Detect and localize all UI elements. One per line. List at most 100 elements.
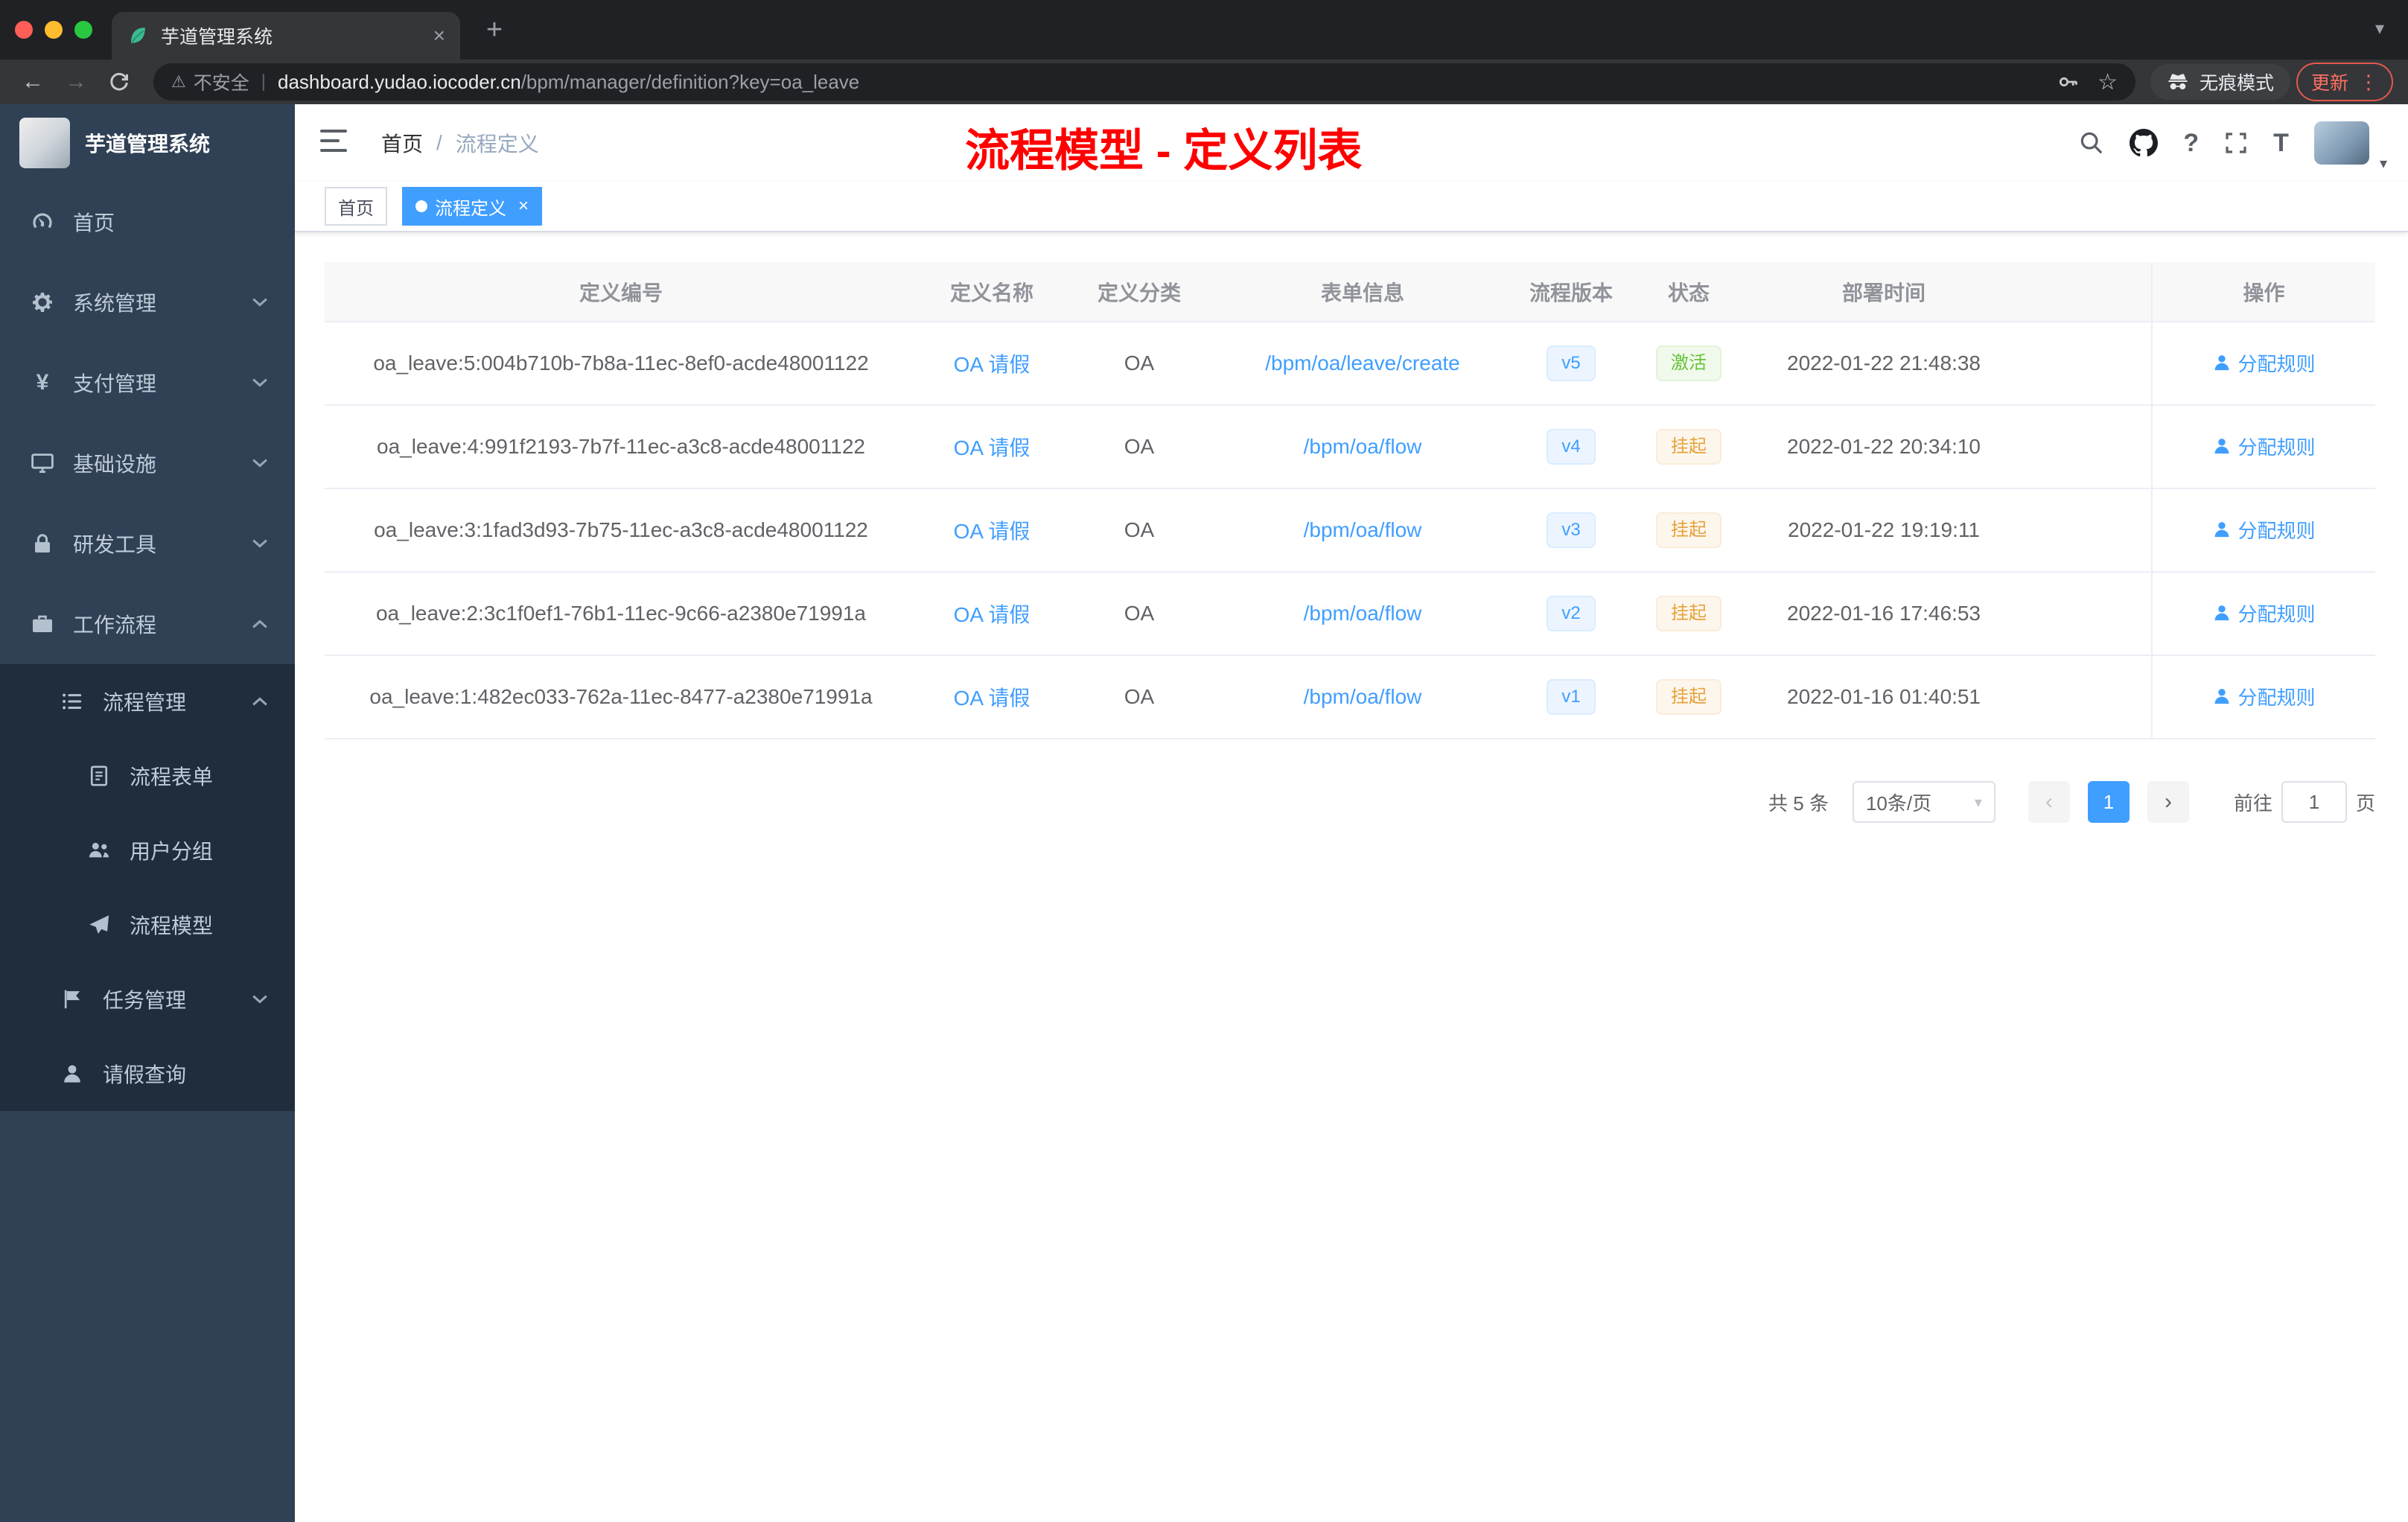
incognito-spy-icon	[2167, 71, 2189, 93]
prev-page-button[interactable]: ‹	[2028, 781, 2070, 823]
sidebar-item-task-management[interactable]: 任务管理	[0, 962, 295, 1037]
status-badge: 激活	[1656, 346, 1721, 381]
security-label[interactable]: 不安全	[194, 69, 249, 95]
sidebar-item-process-form[interactable]: 流程表单	[0, 739, 295, 813]
status-badge: 挂起	[1656, 429, 1721, 465]
assign-rule-link[interactable]: 分配规则	[2212, 599, 2316, 627]
screen: 芋道管理系统 × + ▾ ← → ⚠ 不安全 | dashboard.yudao…	[0, 0, 2408, 1522]
dashboard-icon	[30, 210, 55, 234]
person-icon	[2215, 439, 2229, 454]
minimize-window-button[interactable]	[45, 21, 63, 39]
form-link[interactable]: /bpm/oa/leave/create	[1265, 351, 1460, 375]
sidebar-item-leave-query[interactable]: 请假查询	[0, 1037, 295, 1111]
assign-rule-link[interactable]: 分配规则	[2212, 683, 2316, 710]
assign-rule-link[interactable]: 分配规则	[2212, 433, 2316, 460]
table-row: oa_leave:3:1fad3d93-7b75-11ec-a3c8-acde4…	[325, 488, 2375, 573]
lock-icon	[30, 532, 55, 555]
table-row: oa_leave:1:482ec033-762a-11ec-8477-a2380…	[325, 655, 2375, 739]
form-link[interactable]: /bpm/oa/flow	[1304, 518, 1422, 541]
hamburger-icon[interactable]	[320, 130, 347, 152]
sidebar-item-home[interactable]: 首页	[0, 182, 295, 262]
sidebar-item-user-group[interactable]: 用户分组	[0, 813, 295, 888]
sidebar-item-workflow[interactable]: 工作流程	[0, 584, 295, 664]
assign-rule-link[interactable]: 分配规则	[2212, 349, 2316, 377]
help-icon[interactable]: ?	[2183, 129, 2199, 158]
address-bar[interactable]: ⚠ 不安全 | dashboard.yudao.iocoder.cn/bpm/m…	[153, 63, 2135, 101]
browser-menu-icon[interactable]: ⋮	[2359, 71, 2378, 94]
breadcrumb-home[interactable]: 首页	[381, 128, 423, 158]
select-caret-icon: ▾	[1974, 794, 1982, 811]
definition-id: oa_leave:2:3c1f0ef1-76b1-11ec-9c66-a2380…	[325, 572, 917, 656]
form-link[interactable]: /bpm/oa/flow	[1304, 602, 1422, 625]
yen-icon: ¥	[36, 370, 49, 395]
avatar[interactable]	[2313, 121, 2369, 165]
github-icon[interactable]	[2130, 129, 2159, 157]
sidebar-item-devtools[interactable]: 研发工具	[0, 503, 295, 584]
person-icon	[2215, 689, 2229, 704]
tab-close-icon[interactable]: ×	[433, 24, 445, 48]
bookmark-star-icon[interactable]: ☆	[2098, 69, 2118, 95]
app-logo[interactable]: 芋道管理系统	[0, 104, 295, 182]
assign-rule-link[interactable]: 分配规则	[2212, 516, 2316, 544]
tag-process-definition[interactable]: 流程定义 ×	[402, 187, 543, 226]
tag-label: 流程定义	[435, 198, 506, 219]
definition-category: OA	[1066, 488, 1212, 573]
workflow-submenu: 流程管理 流程表单 用户分组 流程模型 任务管理 请假查询	[0, 664, 295, 1111]
page-url[interactable]: dashboard.yudao.iocoder.cn/bpm/manager/d…	[278, 71, 859, 94]
definition-table: 定义编号 定义名称 定义分类 表单信息 流程版本 状态 部署时间 操作 oa_l…	[325, 262, 2375, 739]
definition-name-link[interactable]: OA 请假	[954, 687, 1031, 710]
incognito-label: 无痕模式	[2199, 73, 2274, 94]
tab-title: 芋道管理系统	[161, 27, 273, 48]
paper-plane-icon	[86, 914, 112, 936]
reload-button[interactable]	[101, 64, 137, 100]
forward-button[interactable]: →	[58, 64, 94, 100]
chevron-down-icon	[252, 458, 268, 468]
search-icon[interactable]	[2079, 130, 2104, 156]
avatar-caret-icon: ▾	[2379, 156, 2387, 172]
definition-name-link[interactable]: OA 请假	[954, 353, 1031, 376]
definition-id: oa_leave:5:004b710b-7b8a-11ec-8ef0-acde4…	[325, 322, 917, 406]
assign-rule-label: 分配规则	[2237, 602, 2316, 625]
sidebar-item-payment[interactable]: ¥ 支付管理	[0, 343, 295, 423]
filler-cell	[2019, 405, 2152, 489]
password-key-icon[interactable]	[2057, 71, 2080, 93]
breadcrumb-current: 流程定义	[455, 133, 539, 156]
page-title-annotation: 流程模型 - 定义列表	[965, 126, 1363, 176]
goto-page: 前往 页	[2234, 781, 2375, 823]
close-window-button[interactable]	[15, 21, 33, 39]
chevron-down-icon	[252, 378, 268, 388]
fullscreen-icon[interactable]	[2224, 131, 2248, 155]
favicon-leaf-icon	[127, 25, 149, 47]
update-browser-button[interactable]: 更新 ⋮	[2296, 63, 2393, 101]
definition-name-link[interactable]: OA 请假	[954, 436, 1031, 459]
zoom-window-button[interactable]	[74, 21, 92, 39]
back-button[interactable]: ←	[15, 64, 51, 100]
page-1-button[interactable]: 1	[2087, 781, 2130, 823]
definition-category: OA	[1066, 655, 1212, 739]
form-link[interactable]: /bpm/oa/flow	[1304, 685, 1422, 708]
tab-search-chevron-icon[interactable]: ▾	[2375, 18, 2384, 39]
form-link[interactable]: /bpm/oa/flow	[1304, 435, 1422, 458]
definition-category: OA	[1066, 322, 1212, 406]
person-icon	[2215, 355, 2229, 371]
sidebar-item-infrastructure[interactable]: 基础设施	[0, 423, 295, 503]
browser-tab-strip: 芋道管理系统 × + ▾	[0, 0, 2408, 60]
new-tab-button[interactable]: +	[474, 9, 515, 51]
sidebar-item-system[interactable]: 系统管理	[0, 262, 295, 343]
definition-name-link[interactable]: OA 请假	[954, 603, 1031, 626]
tag-home[interactable]: 首页	[325, 187, 387, 226]
tag-label: 首页	[338, 198, 374, 219]
browser-tab[interactable]: 芋道管理系统 ×	[112, 12, 460, 60]
sidebar-item-process-management[interactable]: 流程管理	[0, 664, 295, 739]
assign-rule-label: 分配规则	[2237, 352, 2316, 375]
font-size-icon[interactable]: T	[2273, 129, 2289, 158]
definition-name-link[interactable]: OA 请假	[954, 520, 1031, 543]
update-label: 更新	[2310, 73, 2348, 94]
next-page-button[interactable]: ›	[2147, 781, 2189, 823]
column-header-version: 流程版本	[1513, 262, 1629, 322]
tags-view-bar: 首页 流程定义 ×	[295, 182, 2408, 232]
sidebar-item-process-model[interactable]: 流程模型	[0, 888, 295, 962]
goto-page-input[interactable]	[2281, 781, 2347, 823]
page-size-select[interactable]: 10条/页 ▾	[1852, 781, 1995, 823]
tag-close-icon[interactable]: ×	[518, 196, 529, 217]
